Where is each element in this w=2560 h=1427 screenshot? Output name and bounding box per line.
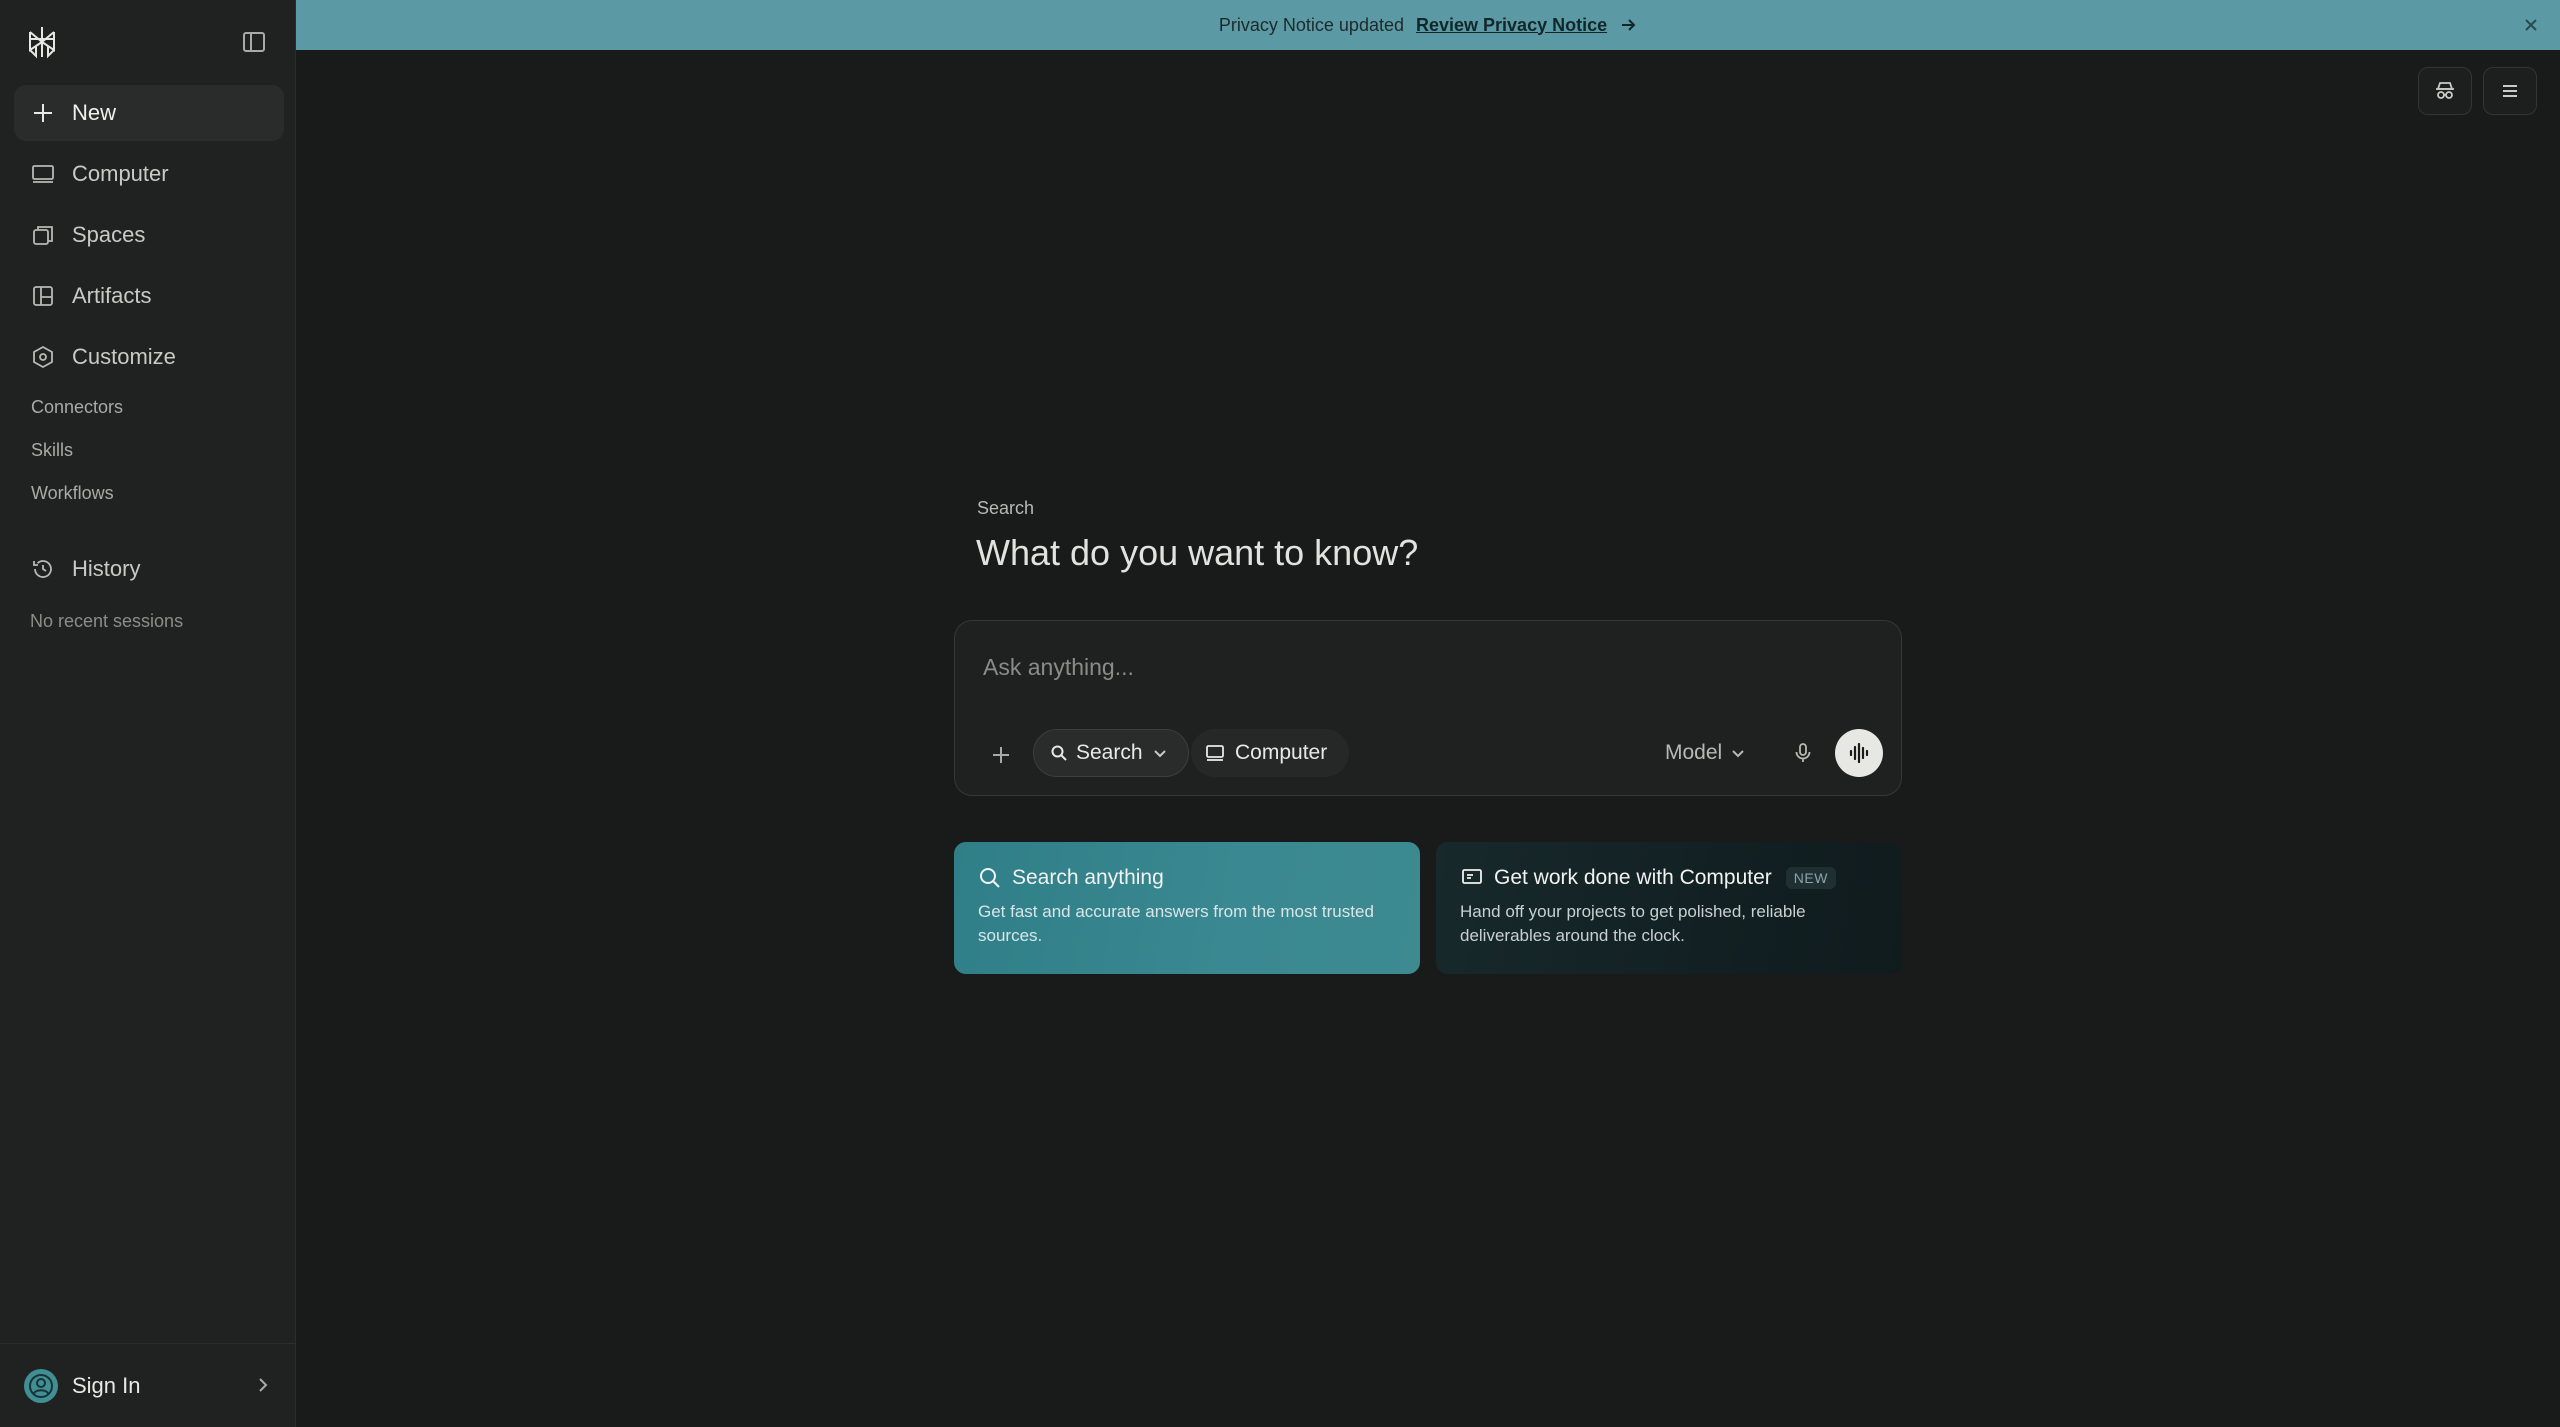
banner-text: Privacy Notice updated bbox=[1218, 14, 1404, 35]
search-mode-button[interactable]: Search bbox=[1033, 729, 1189, 777]
microphone-button[interactable] bbox=[1787, 737, 1819, 769]
sidebar-item-workflows[interactable]: Workflows bbox=[31, 483, 114, 504]
sidebar-item-customize[interactable]: Customize bbox=[14, 329, 284, 385]
logo-icon[interactable] bbox=[24, 24, 60, 60]
search-icon bbox=[980, 868, 1000, 888]
sidebar-item-artifacts[interactable]: Artifacts bbox=[14, 268, 284, 324]
arrow-right-icon bbox=[1622, 19, 1636, 31]
hero-label: Search bbox=[977, 498, 1035, 518]
page-title: What do you want to know? bbox=[976, 532, 1419, 573]
chevron-right-icon bbox=[259, 1378, 268, 1392]
computer-icon bbox=[1206, 745, 1224, 761]
incognito-icon bbox=[2436, 82, 2454, 99]
close-icon[interactable] bbox=[2520, 14, 2542, 36]
sidebar-toggle-icon[interactable] bbox=[240, 28, 268, 56]
review-privacy-link[interactable]: Review Privacy Notice bbox=[1416, 15, 1607, 36]
sidebar-item-label: Artifacts bbox=[72, 283, 152, 308]
sign-in-label: Sign In bbox=[72, 1373, 141, 1398]
incognito-button[interactable] bbox=[2418, 67, 2472, 115]
sidebar-item-spaces[interactable]: Spaces bbox=[14, 207, 284, 263]
card-title: Get work done with Computer bbox=[1494, 866, 1772, 889]
sidebar-footer: Sign In bbox=[0, 1343, 295, 1427]
user-icon bbox=[29, 1374, 53, 1398]
composer: Search Computer Model bbox=[954, 620, 1902, 796]
chevron-down-icon bbox=[1732, 750, 1744, 758]
sidebar-item-new[interactable]: New bbox=[14, 85, 284, 141]
sidebar-item-computer[interactable]: Computer bbox=[14, 146, 284, 202]
privacy-banner: Privacy Notice updated Review Privacy No… bbox=[296, 0, 2560, 50]
avatar bbox=[24, 1369, 58, 1403]
sidebar-item-connectors[interactable]: Connectors bbox=[31, 397, 123, 418]
ask-input[interactable] bbox=[983, 647, 1863, 687]
microphone-icon bbox=[1795, 743, 1811, 762]
computer-card[interactable]: Get work done with Computer NEW Hand off… bbox=[1436, 842, 1902, 974]
search-anything-card[interactable]: Search anything Get fast and accurate an… bbox=[954, 842, 1420, 974]
sign-in-button[interactable]: Sign In bbox=[24, 1366, 274, 1406]
plus-icon bbox=[34, 104, 52, 122]
sidebar-item-label: Customize bbox=[72, 344, 176, 369]
artifacts-icon bbox=[33, 286, 53, 306]
search-icon bbox=[1051, 745, 1067, 761]
sidebar-item-label: Computer bbox=[72, 161, 169, 186]
sidebar: New Computer Spaces Artifacts Customize … bbox=[0, 0, 296, 1427]
menu-icon bbox=[2503, 85, 2517, 97]
computer-mode-button[interactable]: Computer bbox=[1191, 729, 1349, 777]
card-header: Search anything bbox=[978, 866, 1396, 890]
model-label: Model bbox=[1665, 741, 1723, 764]
menu-button[interactable] bbox=[2483, 67, 2537, 115]
search-mode-label: Search bbox=[1076, 741, 1143, 764]
no-recent-sessions: No recent sessions bbox=[30, 611, 184, 631]
computer-icon bbox=[1462, 869, 1482, 884]
hexagon-icon bbox=[33, 345, 53, 369]
model-selector[interactable]: Model bbox=[1665, 733, 1746, 773]
computer-mode-label: Computer bbox=[1235, 741, 1328, 764]
waveform-icon bbox=[1849, 742, 1869, 764]
card-description: Get fast and accurate answers from the m… bbox=[978, 902, 1374, 945]
computer-icon bbox=[32, 165, 54, 183]
plus-icon bbox=[993, 747, 1009, 763]
app-root: New Computer Spaces Artifacts Customize … bbox=[0, 0, 2560, 1427]
sidebar-item-label: History bbox=[72, 556, 141, 581]
chevron-down-icon bbox=[1153, 750, 1166, 758]
sidebar-item-skills[interactable]: Skills bbox=[31, 440, 73, 461]
new-badge: NEW bbox=[1785, 867, 1836, 889]
sidebar-item-label: Spaces bbox=[72, 222, 146, 247]
spaces-icon bbox=[33, 226, 53, 245]
attach-button[interactable] bbox=[983, 737, 1019, 773]
history-icon bbox=[33, 560, 52, 578]
sidebar-item-history[interactable]: History bbox=[14, 541, 284, 597]
sidebar-item-label: New bbox=[72, 100, 117, 125]
card-header: Get work done with Computer NEW bbox=[1460, 866, 1878, 890]
card-title: Search anything bbox=[1012, 866, 1164, 889]
voice-mode-button[interactable] bbox=[1835, 729, 1883, 777]
card-description: Hand off your projects to get polished, … bbox=[1460, 902, 1806, 945]
